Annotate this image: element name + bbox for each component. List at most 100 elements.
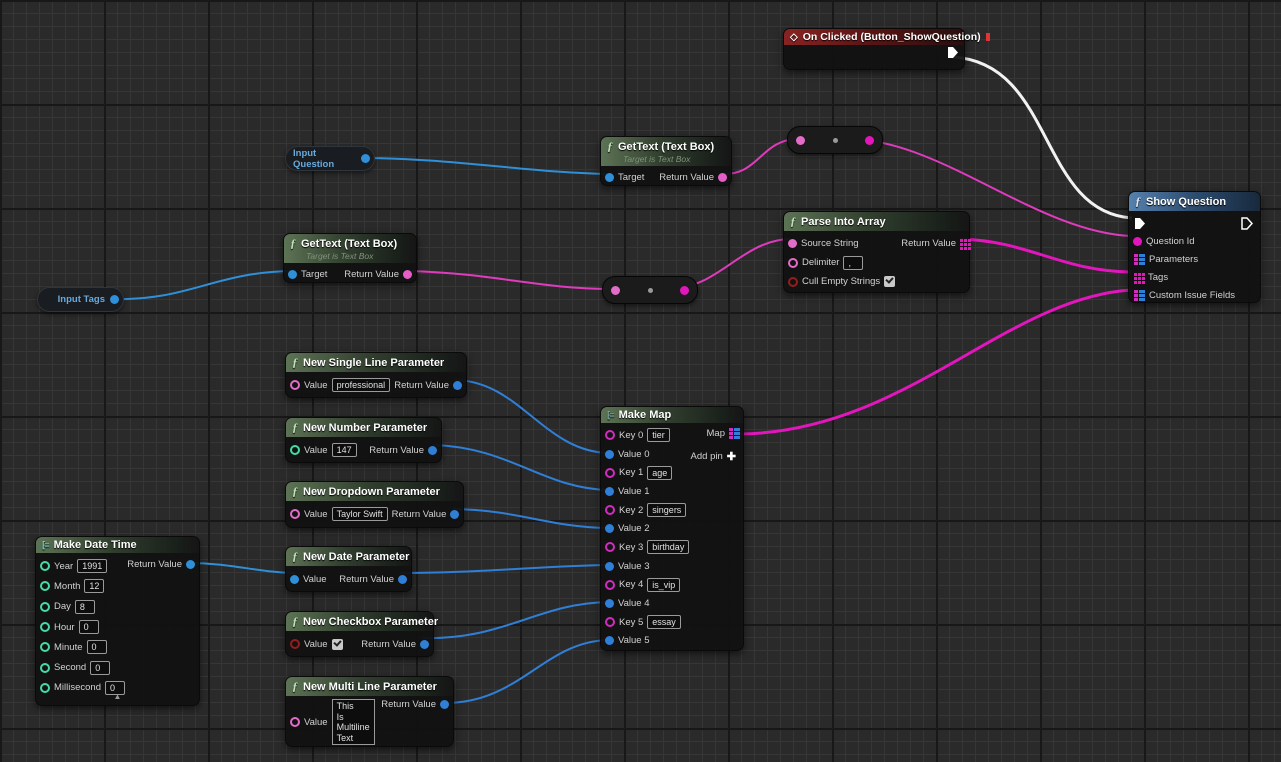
- node-make-map[interactable]: ⁅≡ Make Map Map Add pin ✚ Key 0 tier Val…: [600, 406, 744, 651]
- reroute-in-pin[interactable]: [796, 136, 805, 145]
- reroute-out-pin[interactable]: [865, 136, 874, 145]
- wire-array-tags: [960, 239, 1131, 272]
- node-title: Make Map: [619, 409, 672, 421]
- target-pin[interactable]: [288, 270, 297, 279]
- pin-label: Custom Issue Fields: [1149, 290, 1235, 301]
- question-id-pin[interactable]: [1133, 237, 1142, 246]
- return-value-pin[interactable]: [186, 560, 195, 569]
- node-new-number-parameter[interactable]: ƒ New Number Parameter Value 147 Return …: [285, 417, 442, 463]
- year-pin[interactable]: [40, 561, 50, 571]
- value-pin[interactable]: [290, 445, 300, 455]
- reroute-out-pin[interactable]: [680, 286, 689, 295]
- cull-empty-strings-checkbox[interactable]: [884, 276, 895, 287]
- day-pin[interactable]: [40, 602, 50, 612]
- return-value-pin[interactable]: [453, 381, 462, 390]
- hour-field[interactable]: 0: [79, 620, 99, 634]
- exec-out-pin[interactable]: [947, 46, 959, 59]
- value-field[interactable]: 147: [332, 443, 357, 457]
- key5-field[interactable]: essay: [647, 615, 681, 629]
- key5-pin[interactable]: [605, 617, 615, 627]
- node-new-single-line-parameter[interactable]: ƒ New Single Line Parameter Value profes…: [285, 352, 467, 398]
- key2-field[interactable]: singers: [647, 503, 686, 517]
- return-value-pin[interactable]: [450, 510, 459, 519]
- key1-field[interactable]: age: [647, 466, 672, 480]
- value4-pin[interactable]: [605, 599, 614, 608]
- second-pin[interactable]: [40, 663, 50, 673]
- value1-pin[interactable]: [605, 487, 614, 496]
- minute-field[interactable]: 0: [87, 640, 107, 654]
- node-parse-into-array[interactable]: ƒ Parse Into Array Source String Return …: [783, 211, 970, 293]
- value-field[interactable]: professional: [332, 378, 391, 392]
- exec-in-pin[interactable]: [1134, 217, 1146, 230]
- value3-pin[interactable]: [605, 562, 614, 571]
- node-new-dropdown-parameter[interactable]: ƒ New Dropdown Parameter Value Taylor Sw…: [285, 481, 464, 528]
- key3-field[interactable]: birthday: [647, 540, 689, 554]
- value-pin[interactable]: [290, 639, 300, 649]
- day-field[interactable]: 8: [75, 600, 95, 614]
- value-checkbox[interactable]: [332, 639, 343, 650]
- output-pin[interactable]: [361, 154, 370, 163]
- node-on-clicked[interactable]: ◇ On Clicked (Button_ShowQuestion): [783, 28, 965, 70]
- month-field[interactable]: 12: [84, 579, 104, 593]
- collapse-arrow-icon[interactable]: ▲: [114, 692, 122, 701]
- node-make-date-time[interactable]: ⁅≡ Make Date Time Return Value Year 1991…: [35, 536, 200, 706]
- reroute-node[interactable]: [787, 126, 883, 154]
- reroute-in-pin[interactable]: [611, 286, 620, 295]
- return-value-pin[interactable]: [398, 575, 407, 584]
- tags-array-pin[interactable]: [1134, 273, 1137, 276]
- variable-input-tags[interactable]: Input Tags: [37, 287, 124, 312]
- node-new-multi-line-parameter[interactable]: ƒ New Multi Line Parameter Value This Is…: [285, 676, 454, 747]
- value0-pin[interactable]: [605, 450, 614, 459]
- return-value-pin[interactable]: [403, 270, 412, 279]
- exec-out-pin[interactable]: [1241, 217, 1253, 230]
- return-value-pin[interactable]: [440, 700, 449, 709]
- second-field[interactable]: 0: [90, 661, 110, 675]
- return-value-pin[interactable]: [420, 640, 429, 649]
- custom-issue-fields-map-pin[interactable]: [1134, 290, 1145, 301]
- return-array-pin[interactable]: [960, 239, 963, 242]
- cull-empty-strings-pin[interactable]: [788, 277, 798, 287]
- hour-pin[interactable]: [40, 622, 50, 632]
- key0-field[interactable]: tier: [647, 428, 670, 442]
- key1-pin[interactable]: [605, 468, 615, 478]
- delegate-pin-icon[interactable]: [986, 33, 990, 41]
- value-pin[interactable]: [290, 509, 300, 519]
- key2-pin[interactable]: [605, 505, 615, 515]
- value-pin[interactable]: [290, 717, 300, 727]
- wire-date-value3: [400, 565, 609, 573]
- map-output-pin[interactable]: [729, 428, 740, 439]
- node-gettext-tags[interactable]: ƒ GetText (Text Box) Target is Text Box …: [283, 233, 417, 283]
- target-pin[interactable]: [605, 173, 614, 182]
- value5-pin[interactable]: [605, 636, 614, 645]
- blueprint-graph-canvas[interactable]: ◇ On Clicked (Button_ShowQuestion) Input…: [0, 0, 1281, 762]
- value-field[interactable]: Taylor Swift: [332, 507, 388, 521]
- value-pin[interactable]: [290, 380, 300, 390]
- key4-pin[interactable]: [605, 580, 615, 590]
- millisecond-pin[interactable]: [40, 683, 50, 693]
- node-show-question[interactable]: ƒ Show Question Question Id Parameters T…: [1128, 191, 1261, 303]
- add-pin-button[interactable]: Add pin ✚: [691, 450, 736, 463]
- key3-pin[interactable]: [605, 542, 615, 552]
- parameters-map-pin[interactable]: [1134, 254, 1145, 265]
- pin-label: Source String: [801, 238, 859, 249]
- month-pin[interactable]: [40, 581, 50, 591]
- wire-dropdown-value2: [453, 509, 609, 528]
- delimiter-pin[interactable]: [788, 258, 798, 268]
- source-string-pin[interactable]: [788, 239, 797, 248]
- value-multiline-field[interactable]: This Is Multiline Text: [332, 699, 375, 745]
- variable-input-question[interactable]: Input Question: [285, 146, 375, 171]
- key0-pin[interactable]: [605, 430, 615, 440]
- node-gettext-question[interactable]: ƒ GetText (Text Box) Target is Text Box …: [600, 136, 732, 186]
- return-value-pin[interactable]: [718, 173, 727, 182]
- delimiter-field[interactable]: ,: [843, 256, 863, 270]
- year-field[interactable]: 1991: [77, 559, 107, 573]
- value2-pin[interactable]: [605, 524, 614, 533]
- key4-field[interactable]: is_vip: [647, 578, 680, 592]
- output-pin[interactable]: [110, 295, 119, 304]
- return-value-pin[interactable]: [428, 446, 437, 455]
- node-new-date-parameter[interactable]: ƒ New Date Parameter Value Return Value: [285, 546, 412, 592]
- reroute-node[interactable]: [602, 276, 698, 304]
- node-new-checkbox-parameter[interactable]: ƒ New Checkbox Parameter Value Return Va…: [285, 611, 434, 657]
- minute-pin[interactable]: [40, 642, 50, 652]
- value-pin[interactable]: [290, 575, 299, 584]
